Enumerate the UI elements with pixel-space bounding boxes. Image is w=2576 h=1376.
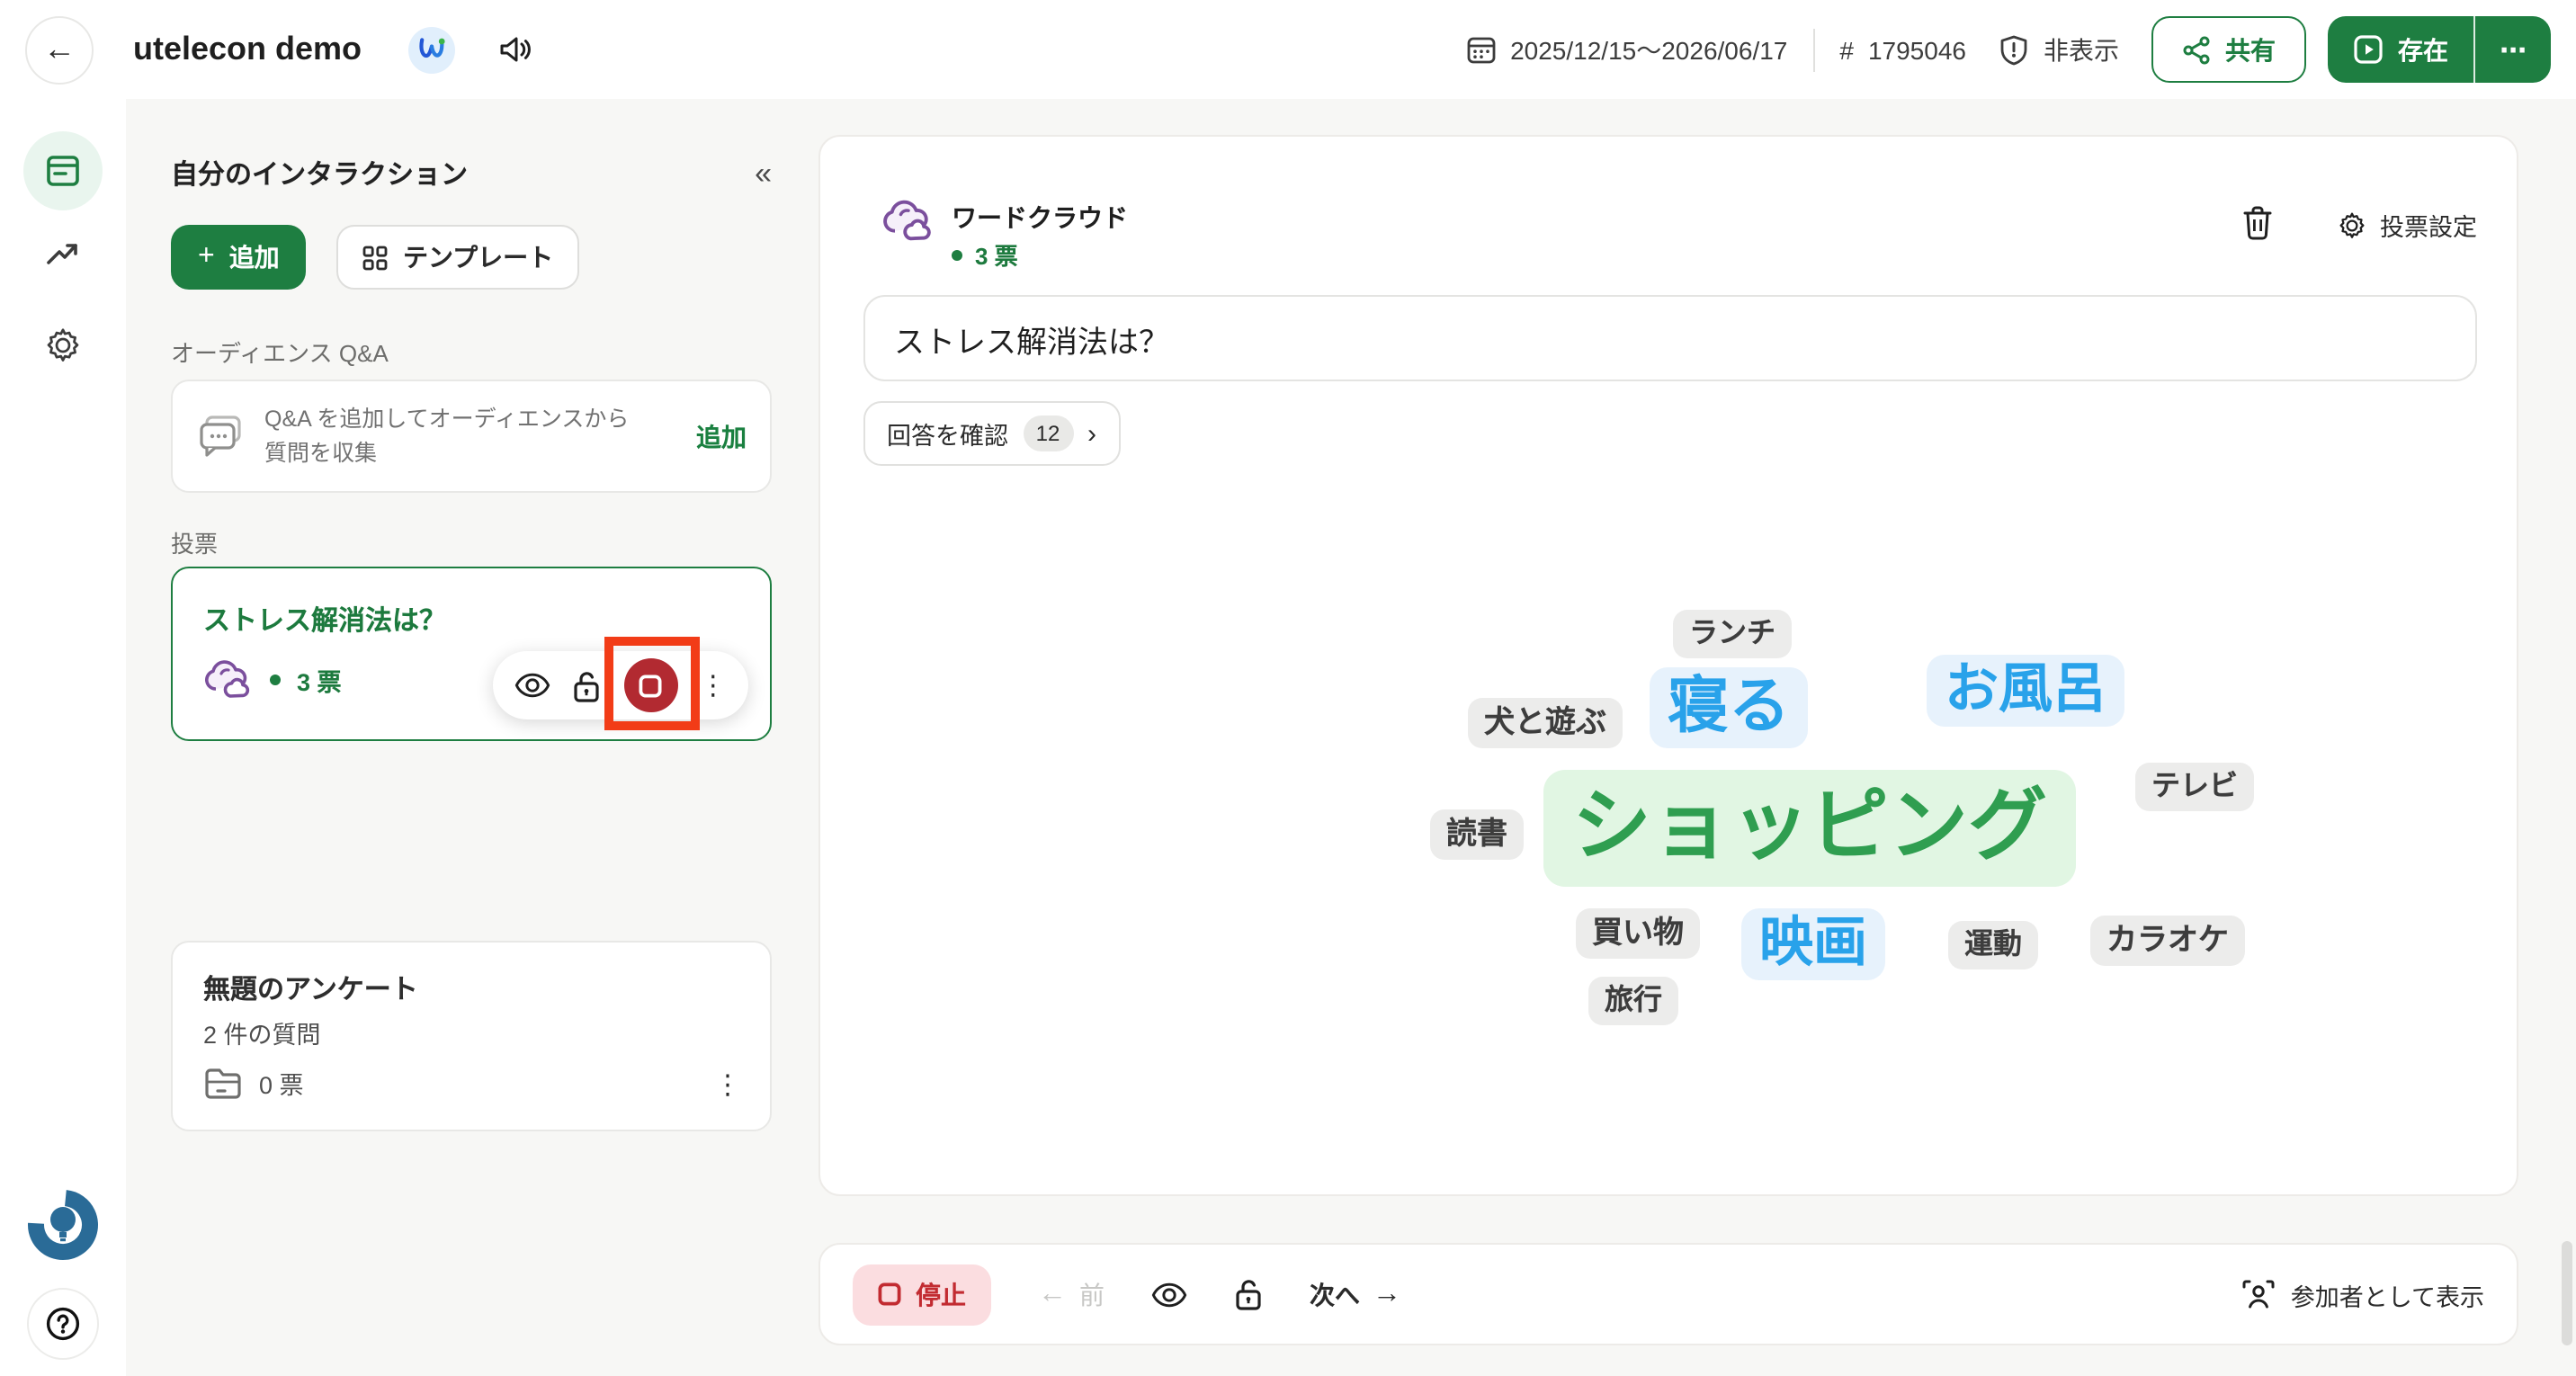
arrow-right-icon: → [1373,1278,1401,1310]
add-label: 追加 [229,239,280,275]
participant-view-icon [2242,1279,2276,1309]
previous-button[interactable]: ← 前 [1038,1276,1105,1312]
wordcloud-word: 映画 [1741,908,1885,980]
qa-chat-bubbles-icon [196,413,246,460]
wordcloud-icon [203,658,254,701]
present-button[interactable]: 存在 [2328,16,2473,83]
click-annotation-box [604,637,700,730]
present-label: 存在 [2398,31,2448,67]
survey-kebab-menu[interactable]: ⋮ [714,1072,741,1099]
poll-card-survey[interactable]: 無題のアンケート 2 件の質問 0 票 ⋮ [171,941,772,1131]
wordcloud-word: テレビ [2135,763,2254,811]
rail-item-interactions[interactable] [23,131,103,210]
qa-add-link[interactable]: 追加 [696,418,747,454]
interactions-panel: 自分のインタラクション « [171,155,772,192]
qa-section-label: オーディエンス Q&A [171,335,389,369]
live-dot [270,675,281,685]
hash-icon: # [1839,35,1854,64]
question-circle-icon [43,1304,83,1344]
view-as-participant-label: 参加者として表示 [2291,1276,2484,1312]
wordcloud-word: 読書 [1430,809,1524,861]
wordcloud-word: 買い物 [1576,908,1700,960]
polls-section-label: 投票 [171,525,218,559]
date-range: 2025/12/15〜2026/06/17 [1510,31,1787,67]
slido-lightbulb-icon [25,1187,101,1263]
top-bar: ← utelecon demo [0,0,2576,99]
present-play-icon [2353,34,2384,65]
webex-logo-icon[interactable] [408,26,455,73]
template-button[interactable]: テンプレート [336,225,578,290]
panel-title: 自分のインタラクション [171,155,468,192]
help-button[interactable] [27,1288,99,1360]
back-arrow-icon: ← [43,31,76,68]
wordcloud-word: 旅行 [1588,977,1678,1025]
present-split-button: 存在 ⋯ [2328,16,2551,83]
ellipsis-icon: ⋯ [2500,33,2527,66]
event-code-value: 1795046 [1868,35,1966,64]
event-title: utelecon demo [133,31,362,68]
wordcloud-word: 犬と遊ぶ [1468,698,1623,749]
survey-title: 無題のアンケート [203,969,418,1007]
arrow-left-icon: ← [1038,1278,1067,1310]
divider [1812,28,1814,71]
next-label: 次へ [1310,1276,1360,1312]
visibility-status[interactable]: 非表示 [1999,31,2119,67]
template-grid-icon [362,244,389,271]
left-rail [0,99,126,1376]
event-dates: 2025/12/15〜2026/06/17 [1465,31,1787,67]
gear-icon [43,326,83,365]
collapse-panel-icon[interactable]: « [755,156,772,192]
scrollbar-thumb[interactable] [2562,1241,2572,1345]
wordcloud-word: カラオケ [2090,916,2245,967]
event-code: # 1795046 [1839,35,1966,64]
rail-item-analytics[interactable] [43,236,83,275]
wordcloud-word: ショッピング [1543,770,2076,887]
lock-voting-icon[interactable] [1234,1277,1263,1311]
wordcloud-word: 運動 [1948,921,2038,969]
rail-item-settings[interactable] [43,326,83,365]
trend-up-icon [43,236,83,275]
share-label: 共有 [2225,31,2276,67]
calendar-icon [1465,34,1496,65]
announcement-speaker-icon[interactable] [498,34,532,65]
survey-folder-icon [203,1066,243,1100]
stop-label: 停止 [916,1276,966,1312]
survey-subtitle: 2 件の質問 [203,1014,321,1050]
presenter-controls-bar: 停止 ← 前 次へ → 参加者として表示 [818,1243,2518,1345]
next-button[interactable]: 次へ → [1310,1276,1401,1312]
shield-alert-icon [1999,33,2029,66]
slido-logo [25,1187,101,1263]
add-button[interactable]: + 追加 [171,225,307,290]
stop-square-icon [878,1282,901,1306]
stop-button[interactable]: 停止 [853,1264,991,1325]
eye-icon[interactable] [514,671,550,700]
share-button[interactable]: 共有 [2151,16,2306,83]
back-button[interactable]: ← [25,15,94,84]
poll-votes: 3 票 [297,662,342,698]
wordcloud-word: ランチ [1673,610,1792,658]
app-window: ← utelecon demo [0,0,2576,1376]
webex-glyph [417,38,446,61]
poll-detail-card: ワードクラウド 3 票 投票設定 ストレス解消法は？ 回答を確認 12 › ラン… [818,135,2518,1196]
poll-kebab-menu[interactable]: ⋮ [700,672,727,699]
template-label: テンプレート [403,239,553,275]
qa-empty-card: Q&A を追加してオーディエンスから 質問を収集 追加 [171,380,772,493]
hide-results-eye-icon[interactable] [1151,1280,1187,1309]
wordcloud-word: 寝る [1650,667,1808,748]
wordcloud-word: お風呂 [1927,655,2124,727]
interactions-panel-icon [43,151,83,191]
poll-title: ストレス解消法は？ [203,601,446,639]
visibility-label: 非表示 [2044,31,2119,67]
wordcloud-canvas: ランチ 寝る お風呂 犬と遊ぶ テレビ 読書 ショッピング 買い物 映画 運動 … [820,137,2520,1198]
present-more-button[interactable]: ⋯ [2473,16,2551,83]
plus-icon: + [198,241,215,273]
previous-label: 前 [1079,1276,1105,1312]
qa-empty-text: Q&A を追加してオーディエンスから 質問を収集 [264,404,633,469]
unlock-icon[interactable] [573,668,602,702]
view-as-participant-button[interactable]: 参加者として表示 [2242,1276,2484,1312]
share-nodes-icon [2182,35,2211,64]
survey-votes: 0 票 [259,1065,304,1101]
